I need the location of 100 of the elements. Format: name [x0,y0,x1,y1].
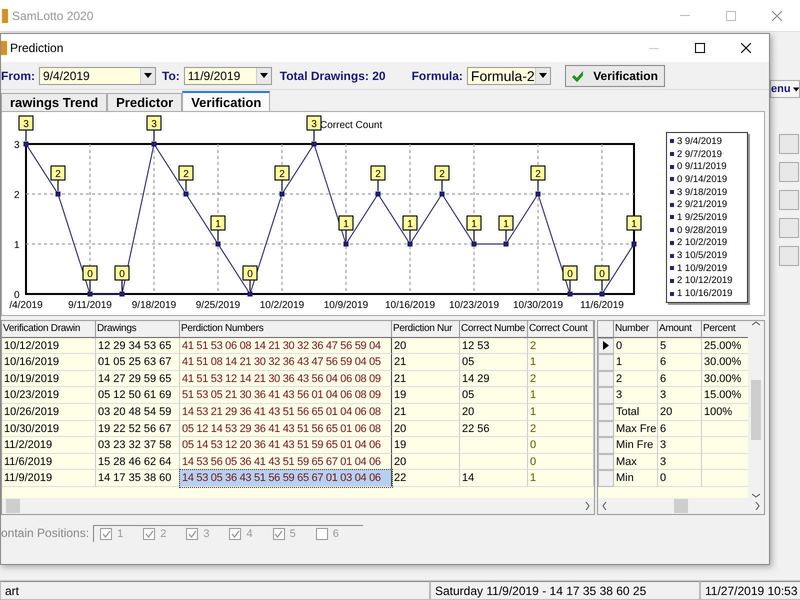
table-cell[interactable]: 0 [528,437,594,454]
vertical-scrollbar[interactable] [748,321,764,498]
table-cell[interactable]: 10/30/2019 [2,420,96,438]
column-header[interactable]: Correct Count [528,321,594,338]
table-cell[interactable]: 20 [392,420,460,438]
dropdown-arrow-icon [260,73,268,78]
table-cell[interactable]: 2 [528,420,594,438]
data-point [120,292,124,296]
table-cell: 3 [658,437,702,454]
table-cell[interactable]: 14 27 29 59 65 [96,370,180,388]
x-tick-label: 10/16/2019 [384,300,436,311]
table-cell[interactable]: 1 [528,387,594,404]
table-cell: 0 [614,338,658,354]
table-cell[interactable]: 11/2/2019 [2,437,96,454]
table-cell[interactable]: 05 14 53 12 20 36 41 43 51 59 65 01 04 06 [180,437,392,454]
data-label: 1 [626,216,642,230]
table-cell[interactable]: 2 [528,338,594,354]
tab[interactable]: Verification [182,91,270,111]
table-cell[interactable]: 51 53 05 21 30 36 41 43 56 01 04 06 08 09 [180,387,392,404]
table-cell[interactable]: 10/26/2019 [2,404,96,421]
table-cell: 2 [614,370,658,388]
tab[interactable]: Predictor [107,93,182,111]
tool-button[interactable] [779,218,799,238]
table-cell[interactable]: 20 [460,404,528,421]
column-header[interactable]: Verification Drawin [2,321,96,338]
data-label: 3 [146,116,162,130]
table-cell[interactable]: 15 28 46 62 64 [96,454,180,470]
column-header[interactable]: Number [614,321,658,338]
row-indicator[interactable] [598,338,614,354]
table-cell[interactable]: 22 56 [460,420,528,438]
tool-button[interactable] [779,246,799,266]
menu-button[interactable]: enu [770,80,800,98]
to-date-field[interactable]: 11/9/2019 [184,66,272,84]
table-cell: 20 [658,404,702,421]
table-cell[interactable]: 21 [392,354,460,371]
table-cell[interactable]: 21 [392,404,460,421]
verification-button[interactable]: Verification [564,64,665,86]
table-cell[interactable]: 12 53 [460,338,528,354]
tool-button[interactable] [779,162,799,182]
horizontal-scrollbar[interactable] [598,498,764,514]
table-cell[interactable] [460,437,528,454]
table-cell[interactable]: 20 [392,454,460,470]
table-cell[interactable]: 10/16/2019 [2,354,96,371]
checkmark-icon [230,530,240,538]
table-cell[interactable]: 12 29 34 53 65 [96,338,180,354]
data-point [568,292,572,296]
table-cell[interactable]: 10/19/2019 [2,370,96,388]
table-cell[interactable]: 05 [460,354,528,371]
data-point [152,142,156,146]
table-cell[interactable]: 0 [528,454,594,470]
column-header[interactable]: Correct Numbe [460,321,528,338]
tab[interactable]: rawings Trend [1,93,108,111]
tool-button[interactable] [779,134,799,154]
window-title: SamLotto 2020 [12,8,94,22]
table-cell[interactable]: 41 51 53 12 14 21 30 36 43 56 04 06 08 09 [180,370,392,388]
tool-button[interactable] [779,190,799,210]
column-header[interactable]: Perdiction Nur [392,321,460,338]
table-cell[interactable]: 11/9/2019 [2,470,96,487]
legend-marker [670,139,674,144]
data-point [24,142,28,146]
scroll-thumb[interactable] [674,499,688,513]
data-point [536,192,540,196]
table-cell[interactable]: 05 12 50 61 69 [96,387,180,404]
checkmark-icon [572,70,584,82]
table-cell[interactable]: 22 [392,470,460,487]
table-cell[interactable]: 05 12 14 53 29 36 41 43 51 56 65 01 06 08 [180,420,392,438]
table-cell[interactable]: 10/23/2019 [2,387,96,404]
table-cell[interactable]: 05 [460,387,528,404]
from-date-field[interactable]: 9/4/2019 [39,66,156,84]
table-cell[interactable]: 10/12/2019 [2,338,96,354]
table-cell[interactable]: 1 [528,470,594,487]
scroll-thumb[interactable] [751,380,761,440]
column-header[interactable]: Perdiction Numbers [180,321,392,338]
data-label: 1 [466,216,482,230]
table-cell[interactable]: 41 51 08 14 21 30 32 36 43 47 56 59 04 05 [180,354,392,371]
column-header[interactable]: Drawings [96,321,180,338]
table-cell[interactable]: 19 [392,437,460,454]
table-cell[interactable]: 19 22 52 56 67 [96,420,180,438]
table-cell[interactable]: 19 [392,387,460,404]
table-cell[interactable]: 41 51 53 06 08 14 21 30 32 36 47 56 59 04 [180,338,392,354]
table-cell[interactable]: 14 53 05 36 43 51 56 59 65 67 01 03 04 06 [180,470,392,487]
table-cell[interactable]: 2 [528,370,594,388]
table-cell[interactable]: 20 [392,338,460,354]
formula-field[interactable]: Formula-2 [466,66,551,84]
data-point [184,192,188,196]
table-cell[interactable]: 14 29 [460,370,528,388]
table-cell[interactable]: 01 05 25 63 67 [96,354,180,371]
horizontal-scrollbar[interactable] [2,498,594,514]
column-header[interactable]: Amount [658,321,702,338]
scroll-thumb[interactable] [6,499,20,513]
table-cell[interactable]: 1 [528,354,594,371]
table-cell[interactable]: 14 [460,470,528,487]
table-cell[interactable]: 03 20 48 54 59 [96,404,180,421]
x-tick-label: 9/11/2019 [68,300,112,311]
table-cell[interactable]: 21 [392,370,460,388]
table-cell[interactable]: 14 53 21 29 36 41 43 51 56 65 01 04 06 08 [180,404,392,421]
table-cell[interactable]: 1 [528,404,594,421]
table-cell[interactable]: 03 23 32 37 58 [96,437,180,454]
table-cell[interactable] [460,454,528,470]
table-cell[interactable]: 11/6/2019 [2,454,96,470]
